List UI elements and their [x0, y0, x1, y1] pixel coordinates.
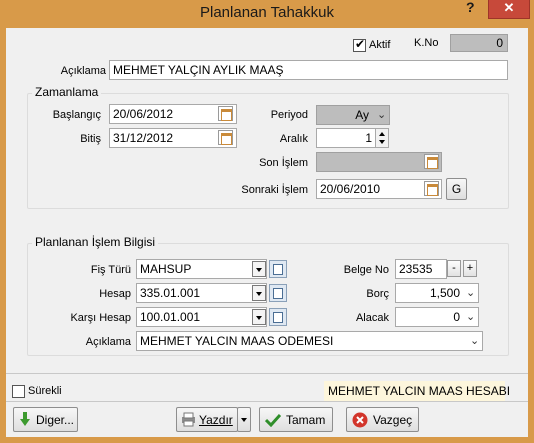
sonraki-islem-label: Sonraki İşlem [241, 184, 308, 196]
karsi-hesap-select[interactable]: 100.01.001 [136, 307, 267, 327]
chevron-down-icon[interactable] [252, 285, 266, 301]
aralik-input[interactable]: 1 [316, 128, 376, 148]
yazdir-button[interactable]: Yazdır [176, 407, 238, 432]
islem-title: Planlanan İşlem Bilgisi [32, 235, 159, 249]
chevron-down-icon [241, 418, 247, 422]
belge-no-input[interactable]: 23535 [395, 259, 447, 279]
g-button[interactable]: G [446, 178, 467, 200]
calendar-icon[interactable] [424, 154, 439, 169]
chevron-down-icon[interactable]: ⌄ [466, 310, 475, 323]
yazdir-label: Yazdır [199, 413, 233, 427]
calendar-icon[interactable] [218, 106, 233, 121]
print-icon [182, 412, 195, 427]
belge-no-plus-button[interactable]: + [463, 260, 477, 277]
lookup-icon[interactable] [269, 308, 287, 326]
spin-down-icon[interactable] [379, 140, 385, 144]
calendar-icon[interactable] [218, 130, 233, 145]
lookup-icon[interactable] [269, 284, 287, 302]
aralik-spinner[interactable] [375, 128, 389, 148]
calendar-icon[interactable] [424, 181, 439, 196]
yazdir-dropdown-button[interactable] [237, 407, 251, 432]
karsi-hesap-label: Karşı Hesap [70, 312, 131, 324]
spin-up-icon[interactable] [379, 132, 385, 136]
kno-label: K.No [414, 37, 439, 49]
close-icon: ✕ [503, 0, 515, 15]
belge-no-label: Belge No [343, 264, 389, 276]
belge-no-minus-button[interactable]: - [447, 260, 461, 277]
surekli-label: Sürekli [28, 385, 62, 397]
separator [6, 373, 528, 374]
check-icon [265, 413, 281, 427]
baslangic-label: Başlangıç [52, 109, 101, 121]
islem-aciklama-label: Açıklama [85, 336, 131, 348]
title-bar[interactable]: Planlanan Tahakkuk ? ✕ [0, 0, 534, 28]
fis-turu-select[interactable]: MAHSUP [136, 259, 267, 279]
close-button[interactable]: ✕ [488, 0, 530, 19]
vazgec-button[interactable]: Vazgeç [346, 407, 419, 432]
diger-label: Diger... [36, 413, 75, 427]
lookup-icon[interactable] [269, 260, 287, 278]
cancel-icon [352, 412, 368, 428]
aktif-label: Aktif [369, 39, 391, 51]
window-title: Planlanan Tahakkuk [200, 4, 334, 21]
aktif-checkbox[interactable] [353, 37, 366, 52]
kno-field: 0 [450, 34, 508, 52]
chevron-down-icon[interactable]: ⌄ [470, 334, 479, 347]
hesabi-status: MEHMET YALCIN MAAS HESABI [324, 381, 510, 401]
alacak-label: Alacak [355, 312, 389, 324]
chevron-down-icon[interactable] [252, 261, 266, 277]
aciklama-input[interactable]: MEHMET YALÇIN AYLIK MAAŞ [109, 60, 508, 80]
tamam-button[interactable]: Tamam [259, 407, 333, 432]
chevron-down-icon: ⌄ [377, 109, 387, 121]
dialog-window: Planlanan Tahakkuk ? ✕ Aktif K.No 0 Açık… [0, 0, 534, 443]
hesap-select[interactable]: 335.01.001 [136, 283, 267, 303]
separator [6, 401, 528, 402]
arrow-down-icon [20, 412, 30, 426]
diger-button[interactable]: Diger... [13, 407, 78, 432]
tamam-label: Tamam [286, 413, 326, 427]
vazgec-label: Vazgeç [373, 413, 413, 427]
chevron-down-icon[interactable]: ⌄ [466, 286, 475, 299]
islem-aciklama-input[interactable]: MEHMET YALCIN MAAS ODEMESI [136, 331, 483, 351]
periyod-label: Periyod [270, 109, 308, 121]
dialog-body: Aktif K.No 0 Açıklama MEHMET YALÇIN AYLI… [6, 28, 528, 437]
chevron-down-icon[interactable] [252, 309, 266, 325]
zamanlama-title: Zamanlama [32, 85, 102, 99]
fis-turu-label: Fiş Türü [90, 264, 131, 276]
bitis-label: Bitiş [80, 133, 101, 145]
help-button[interactable]: ? [466, 0, 475, 15]
hesap-label: Hesap [99, 288, 131, 300]
borc-label: Borç [366, 288, 389, 300]
surekli-checkbox[interactable] [12, 385, 25, 398]
aciklama-label: Açıklama [60, 65, 106, 77]
son-islem-label: Son İşlem [259, 157, 308, 169]
aralik-label: Aralık [279, 133, 308, 145]
